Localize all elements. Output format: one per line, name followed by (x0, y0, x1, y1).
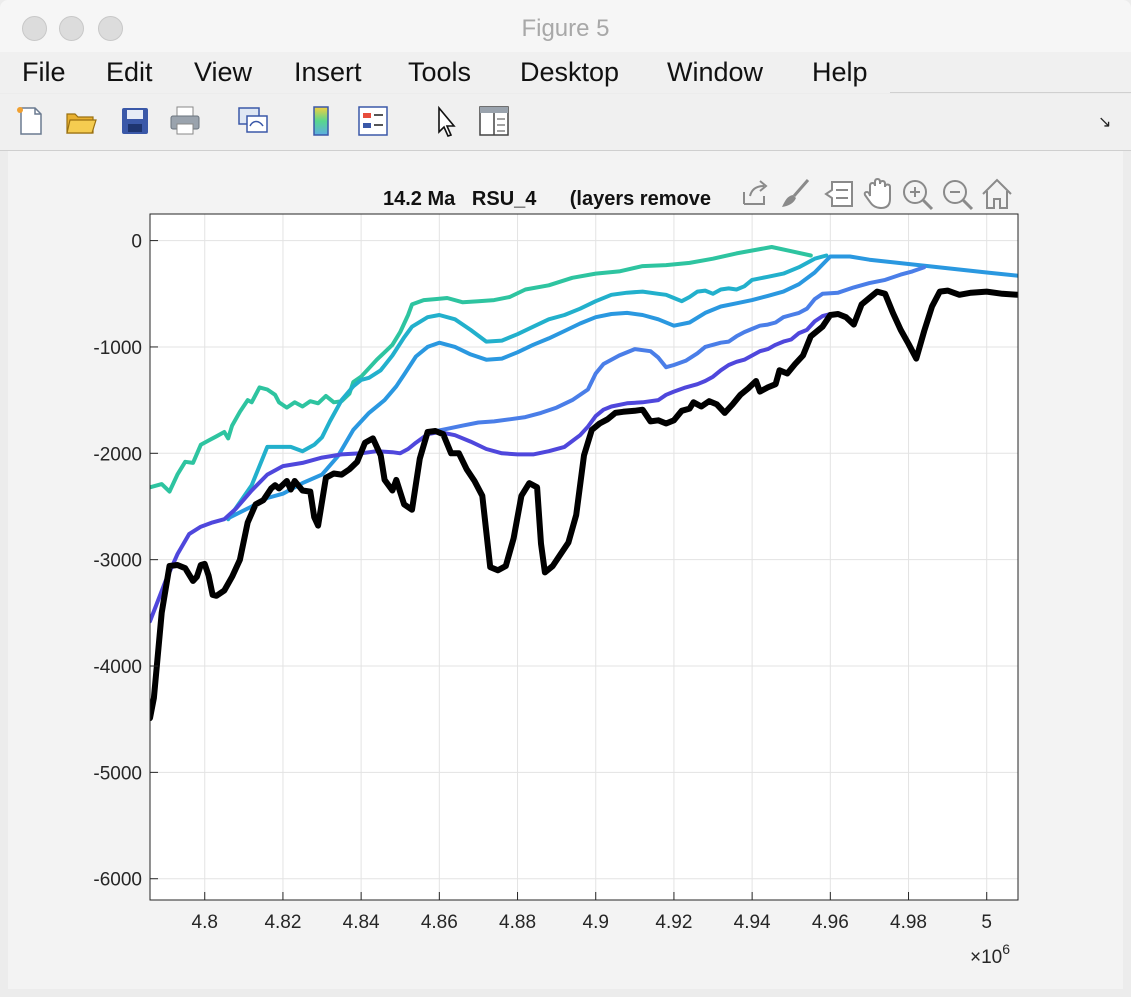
y-tick-label: -6000 (93, 870, 142, 891)
axes-background (150, 214, 1018, 900)
figure-window: Figure 5 File Edit View Insert Tools Des… (0, 0, 1131, 997)
x-tick-label: 4.82 (264, 912, 301, 933)
x-tick-label: 4.84 (343, 912, 380, 933)
pan-hand-icon[interactable] (860, 174, 896, 214)
y-tick-label: -3000 (93, 551, 142, 572)
x-multiplier-label: ×106 (970, 941, 1010, 968)
x-tick-label: 4.88 (499, 912, 536, 933)
x-tick-label: 4.8 (192, 912, 218, 933)
data-tips-icon[interactable] (822, 174, 858, 214)
zoom-out-icon[interactable] (940, 174, 976, 214)
axes-toolbar (738, 174, 1018, 214)
y-tick-label: -2000 (93, 444, 142, 465)
x-tick-label: 4.86 (421, 912, 458, 933)
y-tick-label: -4000 (93, 657, 142, 678)
x-tick-label: 5 (981, 912, 992, 933)
y-tick-label: -5000 (93, 763, 142, 784)
export-icon[interactable] (738, 174, 774, 214)
chart-title: 14.2 Ma RSU_4 (layers remove (383, 188, 711, 210)
x-tick-label: 4.96 (812, 912, 849, 933)
x-tick-label: 4.94 (734, 912, 771, 933)
home-restore-icon[interactable] (979, 174, 1015, 214)
x-tick-label: 4.9 (583, 912, 609, 933)
y-tick-label: 0 (131, 232, 142, 253)
plot-svg: 4.8 4.82 4.84 4.86 4.88 4.9 4.92 4.94 4.96 4.98 5 0… (93, 213, 1019, 968)
brush-icon[interactable] (778, 174, 814, 214)
x-tick-label: 4.98 (890, 912, 927, 933)
y-tick-label: -1000 (93, 338, 142, 359)
x-tick-label: 4.92 (655, 912, 692, 933)
zoom-in-icon[interactable] (900, 174, 936, 214)
